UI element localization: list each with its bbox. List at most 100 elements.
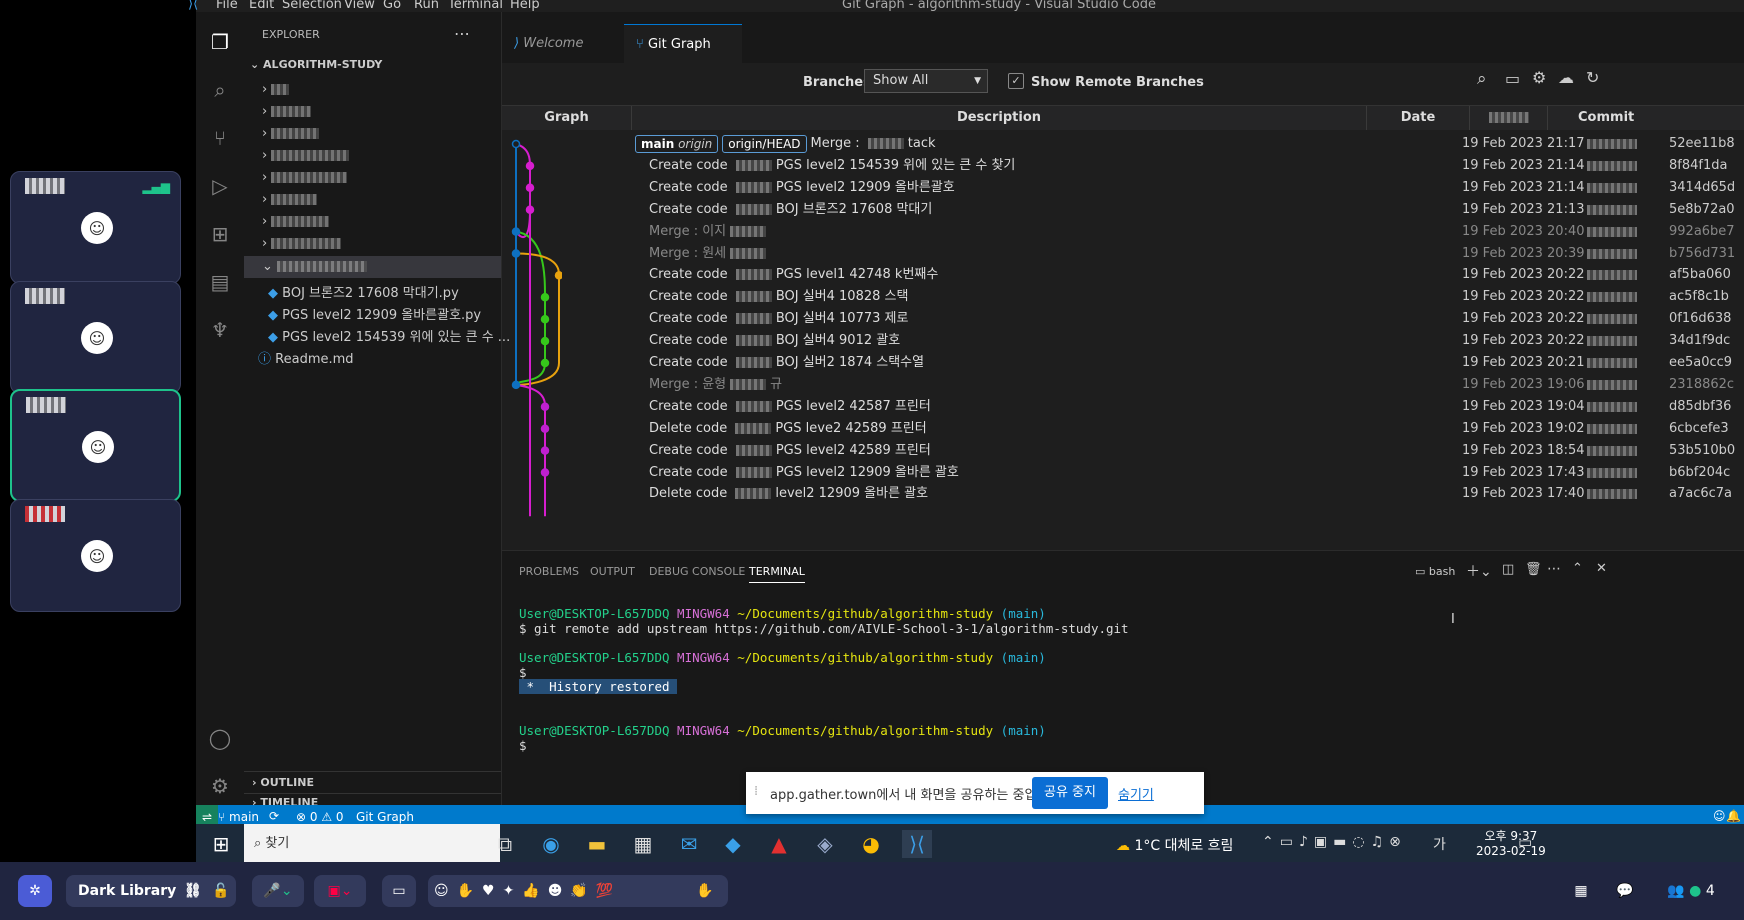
trash-icon[interactable]: 🗑 (1525, 562, 1542, 577)
search-icon[interactable]: ⌕ (206, 76, 234, 104)
commit-row[interactable]: Create code BOJ 실버2 1874 스택수열 19 Feb 2023… (502, 351, 1744, 375)
panel-tab-debug-console[interactable]: DEBUG CONSOLE (649, 565, 745, 578)
panel-tab-problems[interactable]: PROBLEMS (519, 565, 579, 578)
extensions-icon[interactable]: ⊞ (206, 220, 234, 248)
folder-item[interactable]: › (262, 214, 330, 229)
maximize-panel-icon[interactable]: ⌃ (1572, 561, 1583, 576)
vscode-taskbar-icon[interactable]: ⟩⟨ (902, 830, 932, 858)
settings-gear-icon[interactable]: ⚙ (206, 772, 234, 800)
refresh-icon[interactable]: ↻ (1586, 68, 1599, 87)
stop-sharing-button[interactable]: 공유 중지 (1032, 777, 1108, 809)
folder-item-expanded[interactable]: ⌄ (244, 256, 501, 278)
panel-tab-output[interactable]: OUTPUT (590, 565, 635, 578)
workspace-root[interactable]: ⌄ ALGORITHM-STUDY (250, 58, 382, 71)
description-header[interactable]: Description (632, 106, 1367, 130)
shell-selector[interactable]: ▭ bash (1415, 565, 1455, 578)
file-explorer-icon[interactable]: ▬ (582, 830, 612, 858)
panel-tab-terminal[interactable]: TERMINAL (749, 565, 805, 583)
weather-widget[interactable]: ☁ 1°C 대체로 흐림 (1116, 835, 1233, 855)
tab-welcome[interactable]: ⟩ Welcome (502, 24, 624, 64)
new-terminal-icon[interactable]: ＋⌄ (1466, 561, 1492, 581)
graph-header[interactable]: Graph (502, 106, 632, 130)
participant-tile[interactable]: ☺ (10, 281, 181, 394)
menu-terminal[interactable]: Terminal (448, 0, 503, 12)
file-item[interactable]: ◆ PGS level2 12909 올바른괄호.py (268, 304, 481, 323)
screen-share-icon[interactable]: ▭ (382, 875, 416, 907)
explorer-icon[interactable]: ❐ (206, 28, 234, 56)
file-item[interactable]: ⓘ Readme.md (258, 348, 354, 367)
acrobat-icon[interactable]: ▲ (764, 830, 794, 858)
menu-file[interactable]: File (216, 0, 238, 12)
drag-handle-icon[interactable]: ⁞ (754, 784, 758, 799)
participant-tile[interactable]: ☺ (10, 389, 181, 502)
menu-view[interactable]: View (344, 0, 375, 12)
account-icon[interactable]: ◯ (206, 724, 234, 752)
system-tray-icons[interactable]: ⌃▭♪▣▬◌♫⊗ (1262, 834, 1407, 850)
clock[interactable]: 오후 9:37 2023-02-19 (1476, 827, 1546, 858)
folder-item[interactable]: › (262, 148, 350, 163)
hide-link[interactable]: 숨기기 (1118, 784, 1154, 803)
settings-icon[interactable]: ⚙ (1532, 68, 1546, 87)
date-header[interactable]: Date (1367, 106, 1470, 130)
feedback-icon[interactable]: ☺ (1713, 809, 1726, 823)
store-icon[interactable]: ▦ (628, 830, 658, 858)
commit-row[interactable]: Create code PGS level2 154539 위에 있는 큰 수 … (502, 154, 1744, 178)
menu-go[interactable]: Go (383, 0, 401, 12)
commit-row[interactable]: Create code BOJ 실버4 9012 괄호 19 Feb 2023 2… (502, 329, 1744, 353)
commit-row[interactable]: Create code PGS level1 42748 k번째수 19 Feb … (502, 263, 1744, 287)
calendar-icon[interactable]: ▦ (1564, 875, 1598, 907)
chrome-icon[interactable]: ◕ (856, 830, 886, 858)
commit-row[interactable]: Merge : 윤형 규 19 Feb 2023 19:06 2318862c (502, 373, 1744, 397)
find-icon[interactable]: ⌕ (1477, 69, 1487, 89)
folder-item[interactable]: › (262, 170, 348, 185)
emoji-reactions[interactable]: ☺✋♥✦👍☻👏💯 (428, 875, 728, 907)
task-view-icon[interactable]: ⧉ (490, 830, 520, 858)
close-panel-icon[interactable]: ✕ (1596, 561, 1607, 576)
app-icon[interactable]: ◈ (810, 830, 840, 858)
room-name-button[interactable]: Dark Library ⛓ 🔓 (66, 875, 236, 907)
run-debug-icon[interactable]: ▷ (206, 172, 234, 200)
edge-icon[interactable]: ◉ (536, 830, 566, 858)
split-terminal-icon[interactable]: ◫ (1502, 562, 1514, 577)
chat-icon[interactable]: 💬 (1608, 875, 1642, 907)
branch-indicator[interactable]: ⑂ main (218, 810, 259, 824)
branches-select[interactable]: Show All ▼ (864, 69, 988, 93)
branch-ref-main[interactable]: main origin (635, 134, 719, 153)
more-icon[interactable]: ⋯ (1547, 561, 1561, 577)
folder-item[interactable]: › (262, 192, 318, 207)
commit-row[interactable]: Create code PGS level2 12909 올바른 괄호 19 Fe… (502, 461, 1744, 485)
commit-row[interactable]: Merge : 이지 19 Feb 2023 20:40 992a6be7 (502, 220, 1744, 244)
menu-edit[interactable]: Edit (249, 0, 274, 12)
git-graph-status[interactable]: Git Graph (356, 810, 414, 824)
commit-row[interactable]: Create code PGS level2 12909 올바른괄호 19 Feb… (502, 176, 1744, 200)
menu-help[interactable]: Help (510, 0, 540, 12)
participant-tile[interactable]: ☺ (10, 499, 181, 612)
commit-row[interactable]: Merge : 원세 19 Feb 2023 20:39 b756d731 (502, 242, 1744, 266)
sync-icon[interactable]: ⟳ (269, 809, 279, 823)
notebook-icon[interactable]: ▤ (206, 268, 234, 296)
microphone-button[interactable]: 🎤⌄ (252, 875, 304, 907)
commit-row[interactable]: Delete code level2 12909 올바른 괄호 19 Feb 20… (502, 482, 1744, 506)
commit-row[interactable]: Create code BOJ 실버4 10828 스택 19 Feb 2023 … (502, 285, 1744, 309)
commit-row[interactable]: Create code BOJ 브론즈2 17608 막대기 19 Feb 202… (502, 198, 1744, 222)
taskbar-search[interactable]: ⌕ 찾기 (244, 824, 500, 864)
ime-icon[interactable]: 가 (1433, 834, 1446, 854)
app-icon[interactable]: ◆ (718, 830, 748, 858)
mail-icon[interactable]: ✉ (674, 830, 704, 858)
file-item[interactable]: ◆ PGS level2 154539 위에 있는 큰 수 ... (268, 326, 510, 345)
folder-item[interactable]: › (262, 104, 312, 119)
source-control-icon[interactable]: ⑂ (206, 124, 234, 152)
menu-run[interactable]: Run (414, 0, 439, 12)
commit-header[interactable]: Commit (1548, 106, 1744, 130)
notification-icon[interactable]: ▭ (1518, 833, 1532, 851)
folder-item[interactable]: › (262, 126, 320, 141)
tab-gitgraph[interactable]: ⑂ Git Graph ✕ (624, 24, 742, 92)
commit-row[interactable]: Create code BOJ 실버4 10773 제로 19 Feb 2023 … (502, 307, 1744, 331)
commit-row[interactable]: main origin origin/HEAD Merge : tack 19 Feb… (502, 132, 1744, 156)
commit-row[interactable]: Create code PGS level2 42589 프린터 19 Feb 2… (502, 439, 1744, 463)
branch-ref-head[interactable]: origin/HEAD (722, 134, 807, 153)
problems-indicator[interactable]: ⊗ 0 ⚠ 0 (296, 810, 344, 824)
bell-icon[interactable]: 🔔 (1726, 809, 1741, 823)
camera-button[interactable]: ▣⌄ (314, 875, 366, 907)
commit-row[interactable]: Delete code PGS leve2 42589 프린터 19 Feb 20… (502, 417, 1744, 441)
